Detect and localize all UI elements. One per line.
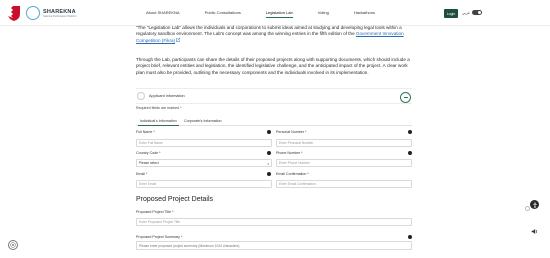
intro-paragraph-2: Through the Lab, participants can share … bbox=[136, 57, 410, 75]
logo-subtitle: National Participation Platform bbox=[43, 14, 77, 18]
project-title-input[interactable] bbox=[136, 218, 412, 226]
accessibility-edge-icon[interactable] bbox=[525, 206, 530, 211]
intro-paragraph-1: "The "Legislation Lab" allows the indivi… bbox=[136, 25, 411, 44]
email-confirmation-input[interactable] bbox=[276, 180, 412, 188]
help-icon[interactable] bbox=[8, 240, 18, 250]
applicant-title: Applicant Information bbox=[149, 94, 185, 98]
toggle-knob bbox=[477, 11, 481, 14]
tab-corporate[interactable]: Corporate's Information bbox=[184, 119, 221, 123]
nav-about[interactable]: About SHAREKNA bbox=[146, 10, 180, 15]
phone-number-input[interactable] bbox=[276, 159, 412, 167]
email-label: Email * bbox=[136, 172, 148, 176]
minus-icon bbox=[403, 96, 408, 98]
top-header: SHAREKNA National Participation Platform… bbox=[0, 0, 550, 26]
collapse-button[interactable] bbox=[400, 91, 411, 103]
applicant-info-panel[interactable]: Applicant Information bbox=[136, 88, 412, 104]
full-name-label: Full Name * bbox=[136, 130, 155, 134]
required-note: Required fields are marked * bbox=[136, 106, 182, 110]
login-button[interactable]: Login bbox=[444, 9, 458, 18]
logo[interactable]: SHAREKNA National Participation Platform bbox=[4, 3, 77, 23]
email-confirmation-label: Email Confirmation * bbox=[276, 172, 309, 176]
speaker-icon[interactable] bbox=[531, 222, 538, 234]
info-icon[interactable] bbox=[267, 172, 271, 176]
info-icon[interactable] bbox=[408, 151, 412, 155]
email-input[interactable] bbox=[136, 180, 272, 188]
language-toggle[interactable]: عربي bbox=[462, 10, 482, 15]
project-title-label: Proposed Project Title * bbox=[136, 210, 174, 214]
project-summary-label: Proposed Project Summary * bbox=[136, 235, 183, 239]
accessibility-icon[interactable] bbox=[530, 200, 539, 209]
full-name-input[interactable] bbox=[136, 139, 272, 147]
project-summary-textarea[interactable] bbox=[136, 241, 412, 250]
language-label: عربي bbox=[462, 10, 470, 15]
nav-legislation-lab[interactable]: Legislation Lab bbox=[265, 10, 293, 18]
country-code-value: Please select bbox=[139, 161, 159, 165]
bahrain-crest-icon bbox=[4, 3, 24, 23]
applicant-tabs: Individual's Information Corporate's Inf… bbox=[136, 118, 412, 126]
toggle-switch[interactable] bbox=[471, 10, 482, 15]
external-link-icon[interactable] bbox=[176, 38, 181, 43]
nav-voting[interactable]: Voting bbox=[318, 10, 329, 15]
personal-number-input[interactable] bbox=[276, 139, 412, 147]
personal-number-label: Personal Number * bbox=[276, 130, 307, 134]
country-code-label: Country Code * bbox=[136, 151, 161, 155]
logo-text: SHAREKNA National Participation Platform bbox=[43, 9, 77, 18]
info-icon[interactable] bbox=[408, 235, 412, 239]
chevron-down-icon: ▾ bbox=[267, 162, 269, 166]
phone-number-label: Phone Number * bbox=[276, 151, 303, 155]
tab-individual[interactable]: Individual's Information bbox=[138, 119, 179, 126]
info-icon[interactable] bbox=[408, 130, 412, 134]
logo-name: SHAREKNA bbox=[43, 8, 76, 15]
nav-public-consultations[interactable]: Public Consultations bbox=[205, 10, 241, 15]
nav-hackathons[interactable]: Hackathons bbox=[354, 10, 375, 15]
main-nav: About SHAREKNA Public Consultations Legi… bbox=[146, 10, 400, 18]
info-icon[interactable] bbox=[267, 130, 271, 134]
project-section-title: Proposed Project Details bbox=[136, 196, 214, 203]
info-icon[interactable] bbox=[267, 151, 271, 155]
country-code-select[interactable]: Please select ▾ bbox=[136, 159, 272, 167]
applicant-step-icon bbox=[137, 92, 145, 100]
sharekna-mark-icon bbox=[26, 6, 40, 20]
